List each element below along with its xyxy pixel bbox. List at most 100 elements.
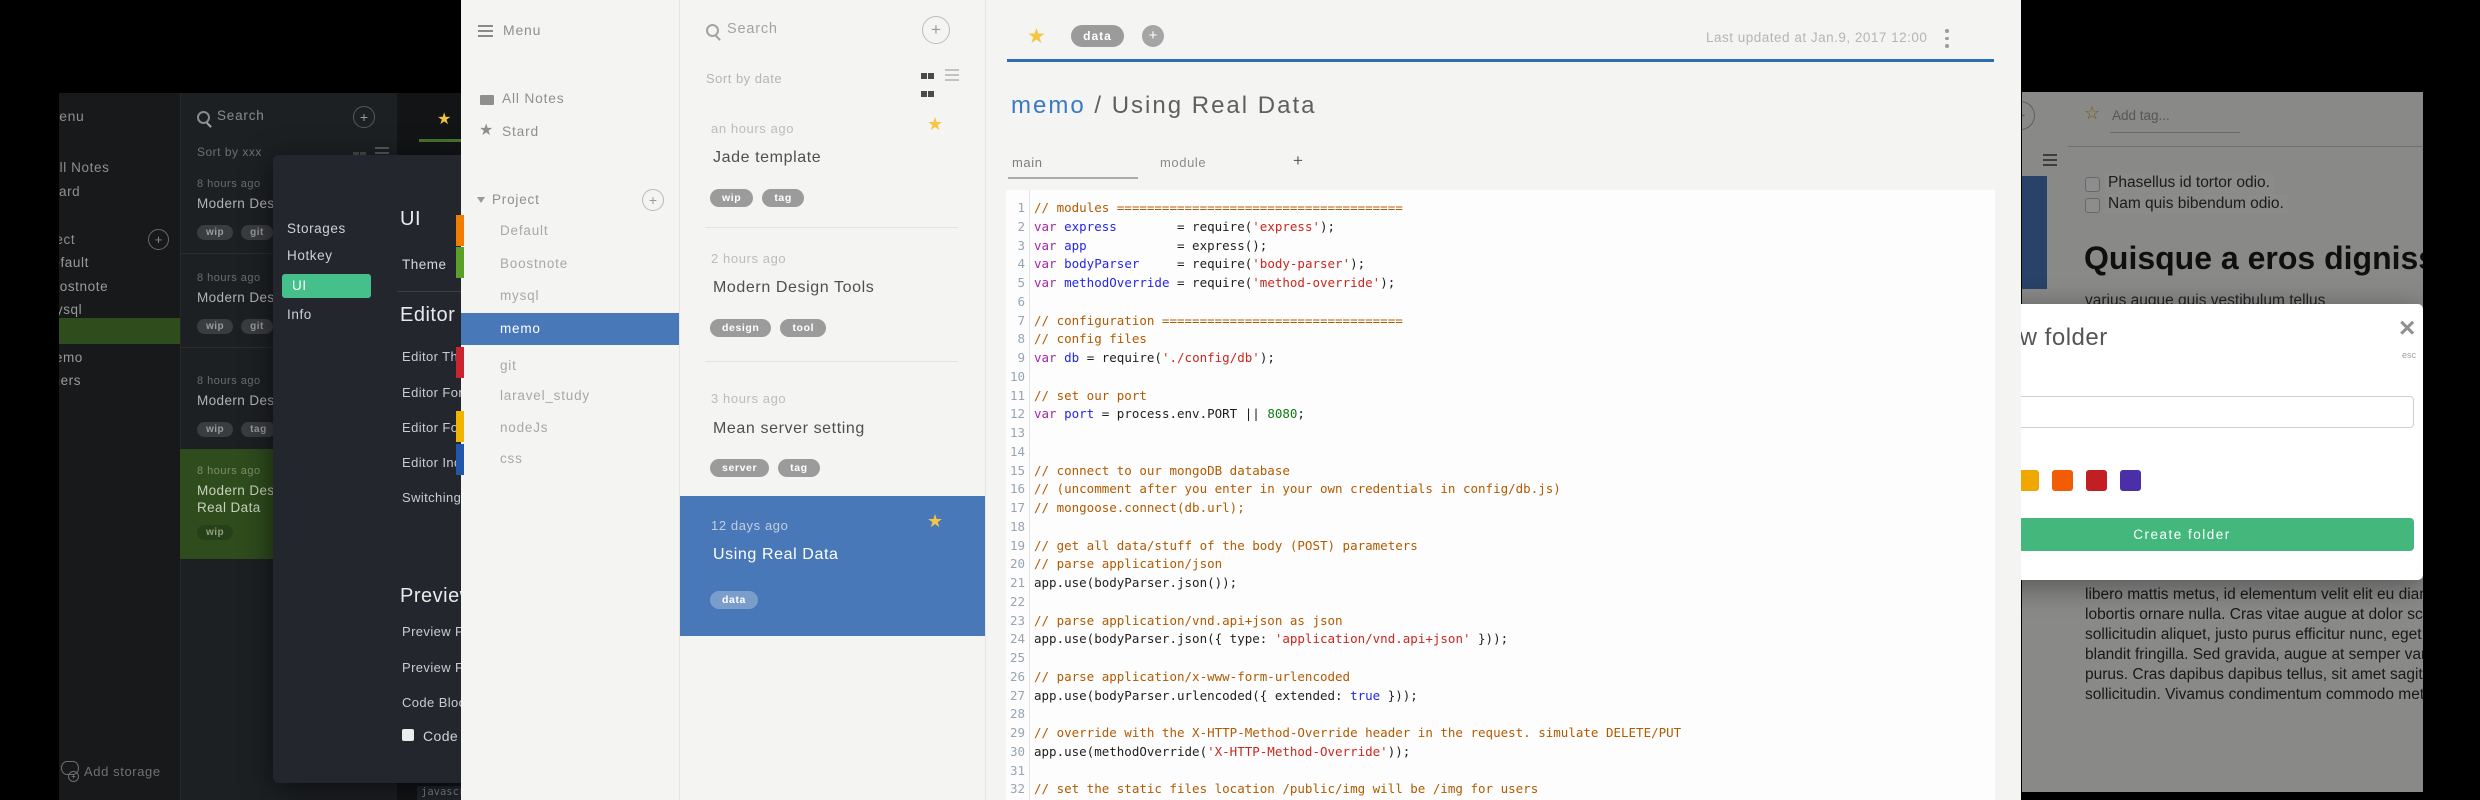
prefs-editor-font-size[interactable]: Editor Font Size	[402, 385, 470, 400]
dark-folder-selected-row[interactable]	[59, 318, 180, 344]
prefs-switching-preview[interactable]: Switching Preview	[402, 490, 470, 505]
editor-tag-pill[interactable]: data	[1071, 25, 1124, 47]
dark-folder-boostnote[interactable]: Boostnote	[59, 279, 108, 294]
sidebar-folder-mysql[interactable]: mysql	[500, 288, 539, 303]
code-line[interactable]: 1// modules ============================…	[1006, 199, 1402, 218]
code-line[interactable]: 29// override with the X-HTTP-Method-Ove…	[1006, 724, 1681, 743]
hamburger-icon[interactable]	[478, 25, 493, 40]
add-tab-button[interactable]: +	[1293, 151, 1303, 171]
editor-star-icon[interactable]: ★	[1027, 24, 1046, 49]
dark-menu-button[interactable]: Menu	[59, 108, 84, 124]
sidebar-folder-memo-selected[interactable]	[461, 313, 679, 345]
code-line[interactable]: 16// (uncomment after you enter in your …	[1006, 480, 1561, 499]
dark-folder-mysql[interactable]: mysql	[59, 302, 82, 317]
code-line[interactable]: 25	[1006, 649, 1034, 668]
sidebar-folder-default[interactable]: Default	[500, 223, 548, 238]
code-line[interactable]: 18	[1006, 518, 1034, 537]
prefs-checkbox[interactable]	[402, 729, 414, 741]
code-line[interactable]: 8// config files	[1006, 330, 1146, 349]
prefs-preview-font-size[interactable]: Preview Font Size	[402, 624, 470, 639]
breadcrumb-folder[interactable]: memo	[1011, 92, 1086, 119]
sidebar-folder-nodejs[interactable]: nodeJs	[500, 420, 548, 435]
code-line[interactable]: 14	[1006, 443, 1034, 462]
code-line[interactable]: 2 var express = require('express');	[1006, 218, 1335, 237]
prefs-code-block-theme[interactable]: Code Block Theme	[402, 695, 470, 710]
dark-folder-default[interactable]: Default	[59, 255, 89, 270]
color-swatch-orange[interactable]	[2052, 470, 2073, 491]
dark-add-storage-button[interactable]: Add storage	[84, 764, 161, 779]
code-line[interactable]: 22	[1006, 593, 1034, 612]
prefs-nav-hotkey[interactable]: Hotkey	[287, 248, 333, 263]
note-title[interactable]: Mean server setting	[713, 420, 865, 438]
code-line[interactable]: 26// parse application/x-www-form-urlenc…	[1006, 668, 1350, 687]
close-icon[interactable]: ×	[2399, 312, 2415, 344]
sidebar-item-all-notes[interactable]: All Notes	[502, 91, 564, 106]
code-line[interactable]: 19// get all data/stuff of the body (POS…	[1006, 537, 1418, 556]
code-line[interactable]: 31	[1006, 762, 1034, 781]
prefs-nav-storages[interactable]: Storages	[287, 221, 346, 236]
dark-sidebar-item-all-notes[interactable]: All Notes	[59, 160, 109, 175]
dark-folder-memo[interactable]: memo	[59, 350, 83, 365]
code-line[interactable]: 13	[1006, 424, 1034, 443]
dark-sort-dropdown[interactable]: Sort by xxx	[197, 145, 262, 159]
dark-sidebar-item-starred[interactable]: Stard	[59, 184, 80, 199]
note-title[interactable]: Modern Design Tools	[713, 279, 874, 297]
code-line[interactable]: 23// parse application/vnd.api+json as j…	[1006, 612, 1343, 631]
kebab-menu-icon[interactable]	[1945, 29, 1949, 52]
all-notes-icon	[480, 95, 494, 105]
add-folder-button[interactable]: +	[642, 189, 664, 211]
search-input[interactable]: Search	[727, 21, 778, 37]
code-line[interactable]: 6	[1006, 293, 1034, 312]
note-star-icon[interactable]: ★	[927, 114, 943, 135]
prefs-nav-info[interactable]: Info	[287, 307, 312, 322]
code-line[interactable]: 30 app.use(methodOverride('X-HTTP-Method-…	[1006, 743, 1410, 762]
sidebar-item-starred[interactable]: Stard	[502, 124, 539, 139]
tab-module[interactable]: module	[1160, 155, 1206, 170]
list-view-icon[interactable]	[945, 69, 959, 84]
note-star-icon[interactable]: ★	[927, 511, 943, 532]
code-line[interactable]: 24 app.use(bodyParser.json({ type: 'appli…	[1006, 630, 1508, 649]
code-line[interactable]: 4 var bodyParser = require('body-parser')…	[1006, 255, 1365, 274]
new-note-button[interactable]: +	[922, 16, 950, 44]
grid-view-icon[interactable]	[921, 67, 937, 103]
code-line[interactable]: 10	[1006, 368, 1034, 387]
menu-button[interactable]: Menu	[503, 22, 541, 38]
dark-add-folder-button[interactable]: +	[148, 229, 169, 250]
code-line[interactable]: 15// connect to our mongoDB database	[1006, 462, 1290, 481]
color-swatch-amber[interactable]	[2018, 470, 2039, 491]
dark-star-icon[interactable]: ★	[437, 109, 451, 129]
selected-note[interactable]: 12 days ago ★ Using Real Data data	[680, 496, 985, 636]
code-line[interactable]: 20// parse application/json	[1006, 555, 1222, 574]
sidebar-folder-boostnote[interactable]: Boostnote	[500, 256, 568, 271]
code-line[interactable]: 3 var app = express();	[1006, 237, 1267, 256]
sidebar-folder-laravel[interactable]: laravel_study	[500, 388, 590, 403]
prefs-theme-label[interactable]: Theme	[402, 257, 447, 272]
code-line[interactable]: 28	[1006, 705, 1034, 724]
color-swatch-indigo[interactable]	[2120, 470, 2141, 491]
code-line[interactable]: 9 var db = require('./config/db');	[1006, 349, 1274, 368]
note-title[interactable]: Jade template	[713, 149, 821, 167]
code-line[interactable]: 21 app.use(bodyParser.json());	[1006, 574, 1237, 593]
code-line[interactable]: 7// configuration ======================…	[1006, 312, 1402, 331]
code-line[interactable]: 5 var methodOverride = require('method-ov…	[1006, 274, 1395, 293]
dark-folder-others[interactable]: others	[59, 373, 81, 388]
chevron-down-icon[interactable]	[477, 197, 485, 203]
code-line[interactable]: 12 var port = process.env.PORT || 8080;	[1006, 405, 1305, 424]
code-line[interactable]: 27 app.use(bodyParser.urlencoded({ extend…	[1006, 687, 1418, 706]
sidebar-folder-git[interactable]: git	[500, 358, 517, 373]
sidebar-project-header[interactable]: Project	[492, 192, 540, 207]
sidebar-folder-css[interactable]: css	[500, 451, 523, 466]
dark-sidebar-project[interactable]: Project	[59, 232, 75, 247]
code-line[interactable]: 11// set our port	[1006, 387, 1147, 406]
sort-dropdown[interactable]: Sort by date	[706, 71, 782, 86]
add-tag-button[interactable]: +	[1142, 25, 1164, 47]
prefs-preview-font-family[interactable]: Preview Font Family	[402, 660, 470, 675]
code-line[interactable]: 17// mongoose.connect(db.url);	[1006, 499, 1245, 518]
tab-main[interactable]: main	[1012, 155, 1043, 170]
color-swatch-red[interactable]	[2086, 470, 2107, 491]
note-tags: wip tag	[710, 188, 813, 207]
code-editor[interactable]: 1// modules ============================…	[1006, 190, 1995, 800]
dark-search-input[interactable]: Search	[217, 108, 265, 123]
dark-new-note-button[interactable]: +	[353, 106, 375, 128]
code-line[interactable]: 32// set the static files location /publ…	[1006, 780, 1538, 799]
